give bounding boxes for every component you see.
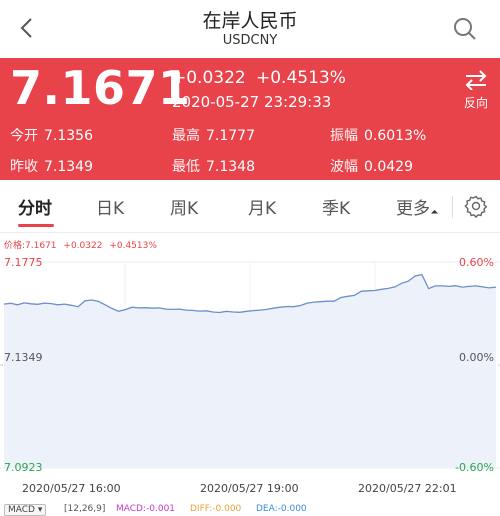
y-axis-base-label: 7.1349 — [4, 351, 43, 364]
tab-quarterly-k[interactable]: 季K — [322, 194, 350, 219]
dea-value: DEA:-0.000 — [256, 504, 307, 514]
x-axis-label: 2020/05/27 22:01 — [358, 482, 457, 495]
x-axis-label: 2020/05/27 16:00 — [22, 482, 121, 495]
stat-label: 最低 — [172, 159, 200, 175]
stat-value: 7.1349 — [44, 159, 93, 175]
gear-icon[interactable] — [464, 194, 488, 218]
stat-open: 今开 7.1356 — [10, 125, 93, 145]
stat-amplitude: 振幅 0.6013% — [330, 125, 426, 145]
page-subtitle: USDCNY — [222, 33, 278, 48]
reverse-button[interactable]: 反向 — [456, 70, 496, 111]
active-tab-indicator — [18, 224, 54, 227]
stat-label: 最高 — [172, 128, 200, 144]
stat-label: 昨收 — [10, 159, 38, 175]
stat-high: 最高 7.1777 — [172, 125, 255, 145]
tab-more-label: 更多 — [396, 199, 430, 219]
current-price: 7.1671 — [10, 61, 191, 115]
stat-value: 7.1348 — [206, 159, 255, 175]
y-axis-max-pct-label: 0.60% — [459, 256, 494, 269]
swap-icon — [465, 70, 487, 90]
stat-label: 今开 — [10, 128, 38, 144]
quote-panel: 7.1671 +0.0322 +0.4513% 2020-05-27 23:29… — [0, 58, 500, 180]
tab-daily-k[interactable]: 日K — [96, 194, 124, 219]
tab-weekly-k[interactable]: 周K — [170, 194, 198, 219]
tab-intraday[interactable]: 分时 — [18, 194, 52, 219]
stat-low: 最低 7.1348 — [172, 156, 255, 176]
y-axis-min-label: 7.0923 — [4, 461, 43, 474]
price-change-percent: +0.4513% — [256, 68, 346, 88]
stat-label: 振幅 — [330, 128, 358, 144]
reverse-label: 反向 — [463, 96, 488, 110]
stat-value: 0.0429 — [364, 159, 413, 175]
y-axis-base-pct-label: 0.00% — [459, 351, 494, 364]
macd-value: MACD:-0.001 — [116, 504, 176, 514]
stat-value: 7.1777 — [206, 128, 255, 144]
tab-more[interactable]: 更多 — [396, 194, 439, 219]
y-axis-min-pct-label: -0.60% — [455, 461, 494, 474]
page-title: 在岸人民币 — [202, 10, 298, 32]
stat-prev-close: 昨收 7.1349 — [10, 156, 93, 176]
stat-value: 0.6013% — [364, 128, 427, 144]
diff-value: DIFF:-0.000 — [190, 504, 242, 514]
quote-time: 2020-05-27 23:29:33 — [172, 93, 332, 111]
indicator-params: [12,26,9] — [64, 504, 106, 514]
indicator-select[interactable]: MACD ▾ — [4, 504, 47, 516]
caret-icon — [430, 209, 439, 218]
header: 在岸人民币 USDCNY — [0, 0, 500, 58]
search-icon[interactable] — [452, 16, 478, 42]
price-change: +0.0322 — [172, 68, 246, 88]
divider — [452, 196, 453, 218]
stat-label: 波幅 — [330, 159, 358, 175]
stat-range: 波幅 0.0429 — [330, 156, 413, 176]
tab-monthly-k[interactable]: 月K — [248, 194, 276, 219]
intraday-chart[interactable] — [0, 250, 500, 484]
period-tabs: 分时 日K 周K 月K 季K 更多 — [0, 180, 500, 233]
y-axis-max-label: 7.1775 — [4, 256, 43, 269]
x-axis-label: 2020/05/27 19:00 — [200, 482, 299, 495]
stat-value: 7.1356 — [44, 128, 93, 144]
